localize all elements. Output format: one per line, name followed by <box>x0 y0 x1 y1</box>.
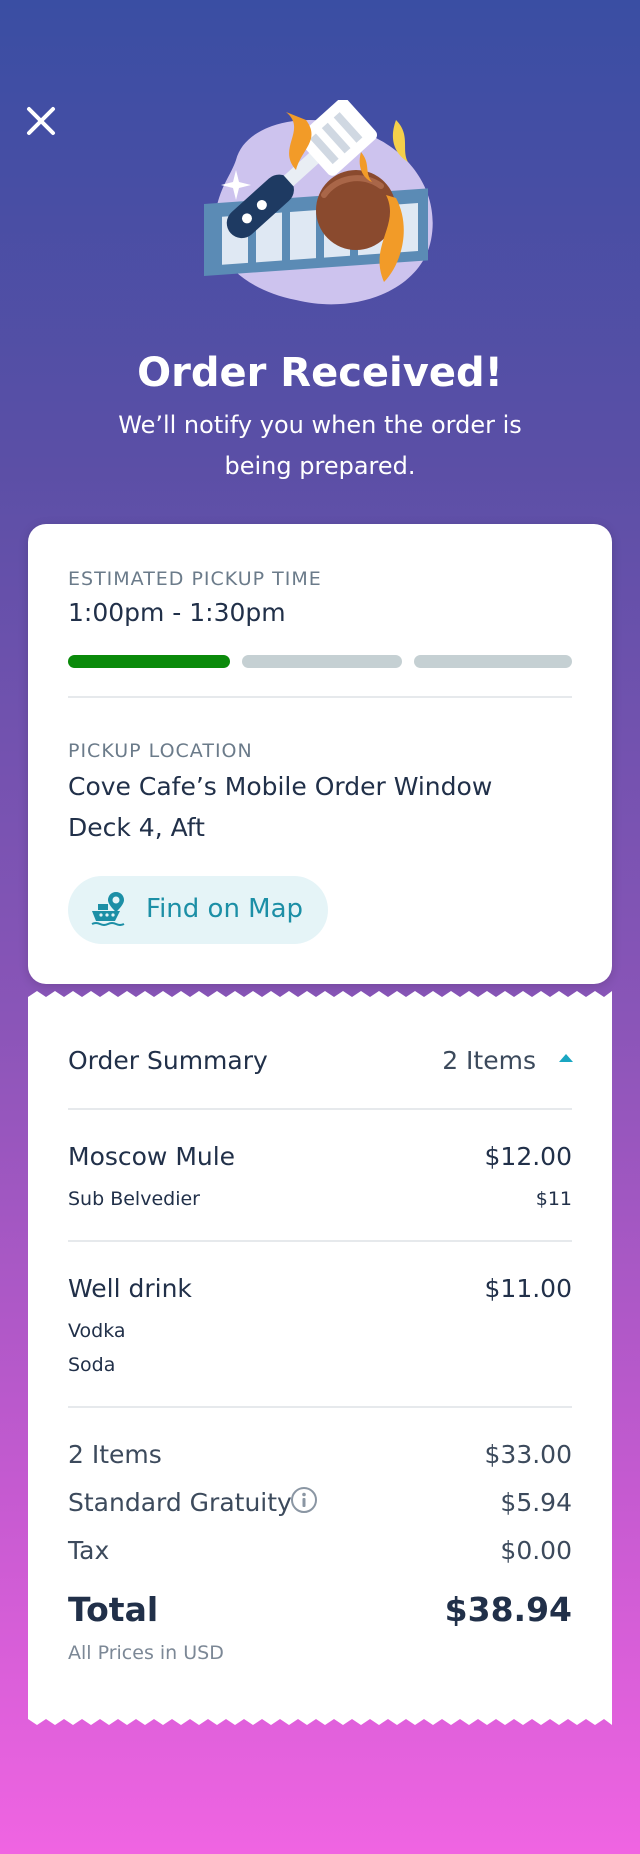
page-subtitle: We’ll notify you when the order is being… <box>118 411 522 480</box>
progress-segment-pending <box>414 655 572 668</box>
divider <box>68 696 572 698</box>
close-button[interactable] <box>24 104 58 138</box>
pickup-time-label: ESTIMATED PICKUP TIME <box>68 568 322 590</box>
find-on-map-button[interactable]: Find on Map <box>68 876 328 944</box>
divider <box>68 1406 572 1408</box>
item-price: $11.00 <box>484 1274 572 1303</box>
pickup-progress-bar <box>68 655 572 668</box>
grill-spatula-meatball-illustration <box>204 97 433 305</box>
progress-segment-pending <box>242 655 402 668</box>
collapse-summary-button[interactable] <box>554 1046 578 1070</box>
order-items-count[interactable]: 2 Items <box>442 1046 536 1075</box>
pickup-location-deck: Deck 4, Aft <box>68 813 205 842</box>
tax-value: $0.00 <box>500 1536 572 1565</box>
subtotal-value: $33.00 <box>484 1440 572 1469</box>
caret-up-icon <box>559 1054 573 1062</box>
ship-location-icon <box>91 892 125 926</box>
order-summary-card: Order Summary 2 Items Moscow Mule $12.00… <box>28 991 612 1725</box>
divider <box>68 1240 572 1242</box>
total-value: $38.94 <box>444 1590 572 1629</box>
page-title: Order Received! <box>137 350 503 396</box>
gratuity-label: Standard Gratuity <box>68 1488 292 1517</box>
close-icon <box>27 107 55 135</box>
pickup-time-value: 1:00pm - 1:30pm <box>68 598 286 627</box>
hero-illustration <box>196 97 446 310</box>
info-icon <box>291 1487 317 1513</box>
item-modifier: Vodka <box>68 1320 126 1342</box>
item-modifier: Soda <box>68 1354 116 1376</box>
subtotal-label: 2 Items <box>68 1440 162 1469</box>
item-modifier: Sub Belvedier <box>68 1188 200 1210</box>
order-summary-title: Order Summary <box>68 1046 268 1075</box>
pickup-location-label: PICKUP LOCATION <box>68 740 253 762</box>
pickup-location-name: Cove Cafe’s Mobile Order Window <box>68 772 493 801</box>
progress-segment-done <box>68 655 230 668</box>
receipt-bottom-edge <box>28 1711 612 1725</box>
item-price: $12.00 <box>484 1142 572 1171</box>
currency-note: All Prices in USD <box>68 1642 224 1664</box>
item-name: Moscow Mule <box>68 1142 236 1171</box>
find-on-map-label: Find on Map <box>146 894 304 924</box>
item-modifier-price: $11 <box>535 1188 572 1210</box>
gratuity-value: $5.94 <box>500 1488 572 1517</box>
item-name: Well drink <box>68 1274 192 1303</box>
divider <box>68 1108 572 1110</box>
pickup-card: ESTIMATED PICKUP TIME 1:00pm - 1:30pm PI… <box>28 524 612 984</box>
tax-label: Tax <box>68 1536 110 1565</box>
total-label: Total <box>68 1590 159 1629</box>
gratuity-info-button[interactable] <box>290 1486 318 1514</box>
receipt-top-edge <box>28 991 612 1005</box>
